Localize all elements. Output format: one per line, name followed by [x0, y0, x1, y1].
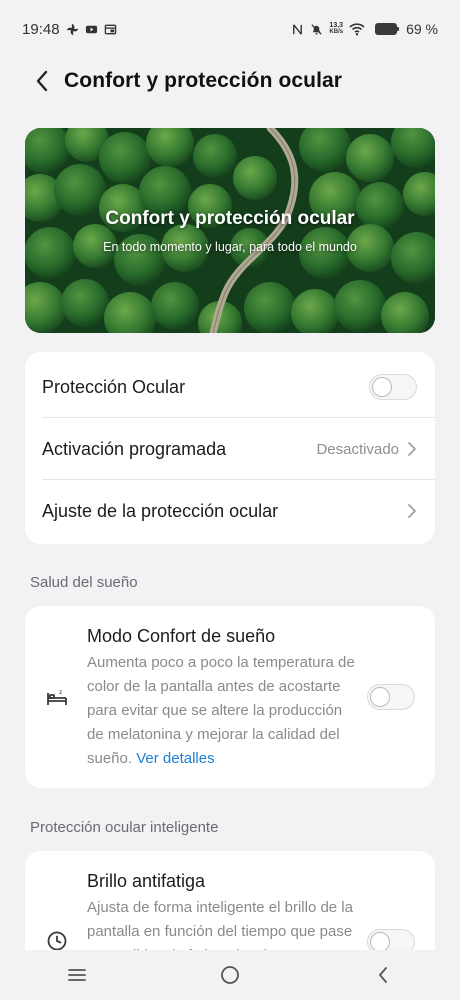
chevron-right-icon [408, 442, 416, 456]
scheduled-activation-right: Desactivado [316, 441, 417, 458]
back-button[interactable] [22, 61, 62, 101]
youtube-icon [85, 25, 97, 33]
navigation-bar [0, 950, 460, 1000]
chevron-right-icon [408, 504, 416, 518]
eye-protection-card: Protección Ocular Activación programada … [25, 352, 435, 544]
scheduled-activation-value: Desactivado [316, 440, 399, 458]
forest-road-image [25, 128, 435, 333]
mute-bell-icon [311, 23, 323, 35]
hero-title: Confort y protección ocular [105, 208, 355, 229]
sleep-comfort-toggle[interactable] [367, 684, 415, 710]
net-speed-value: 13,3 [329, 22, 344, 29]
clock: 19:48 [22, 20, 60, 38]
chevron-left-icon [36, 70, 48, 92]
anti-fatigue-title: Brillo antifatiga [87, 871, 206, 891]
anti-fatigue-card[interactable]: Brillo antifatiga Ajusta de forma inteli… [25, 851, 435, 961]
header: Confort y protección ocular [0, 58, 460, 104]
status-right: 13,3 KB/s 69 % [291, 21, 438, 37]
toggle-knob [370, 686, 390, 707]
bed-icon: z [47, 689, 67, 705]
eye-protection-adjust-label: Ajuste de la protección ocular [42, 500, 279, 521]
scheduled-activation-row[interactable]: Activación programada Desactivado [25, 418, 435, 480]
nfc-icon [293, 23, 303, 35]
eye-protection-label: Protección Ocular [42, 376, 186, 397]
status-bar: 19:48 13,3 KB/s 69 % [0, 0, 460, 58]
sleep-section-title: Salud del sueño [30, 574, 138, 591]
eye-protection-row[interactable]: Protección Ocular [25, 356, 435, 418]
sleep-comfort-description-text: Aumenta poco a poco la temperatura de co… [87, 654, 355, 767]
page-title: Confort y protección ocular [64, 69, 343, 92]
back-nav-button[interactable] [363, 955, 403, 995]
smart-section-title: Protección ocular inteligente [30, 819, 219, 836]
battery-icon [375, 23, 400, 35]
battery-level: 69 % [406, 21, 438, 37]
toggle-knob [370, 931, 390, 952]
svg-text:z: z [59, 689, 62, 696]
see-details-link[interactable]: Ver detalles [136, 750, 214, 767]
toggle-knob [372, 376, 392, 397]
sleep-comfort-description: Aumenta poco a poco la temperatura de co… [87, 651, 357, 771]
home-circle-icon [221, 966, 239, 984]
wifi-icon [349, 23, 365, 36]
menu-icon [67, 969, 86, 981]
hero-banner: Confort y protección ocular En todo mome… [25, 128, 435, 333]
menu-button[interactable] [57, 955, 97, 995]
home-button[interactable] [210, 955, 250, 995]
pinwheel-icon [66, 23, 78, 35]
eye-protection-toggle[interactable] [369, 374, 417, 400]
eye-protection-adjust-row[interactable]: Ajuste de la protección ocular [25, 480, 435, 542]
scheduled-activation-label: Activación programada [42, 438, 227, 459]
sleep-comfort-card[interactable]: z Modo Confort de sueño Aumenta poco a p… [25, 606, 435, 788]
hero-subtitle: En todo momento y lugar, para todo el mu… [103, 240, 357, 254]
sleep-comfort-title: Modo Confort de sueño [87, 626, 276, 646]
net-speed-unit: KB/s [329, 29, 344, 35]
status-left: 19:48 [22, 21, 117, 38]
window-icon [104, 24, 116, 34]
net-speed: 13,3 KB/s [329, 22, 343, 36]
back-triangle-icon [379, 967, 388, 983]
